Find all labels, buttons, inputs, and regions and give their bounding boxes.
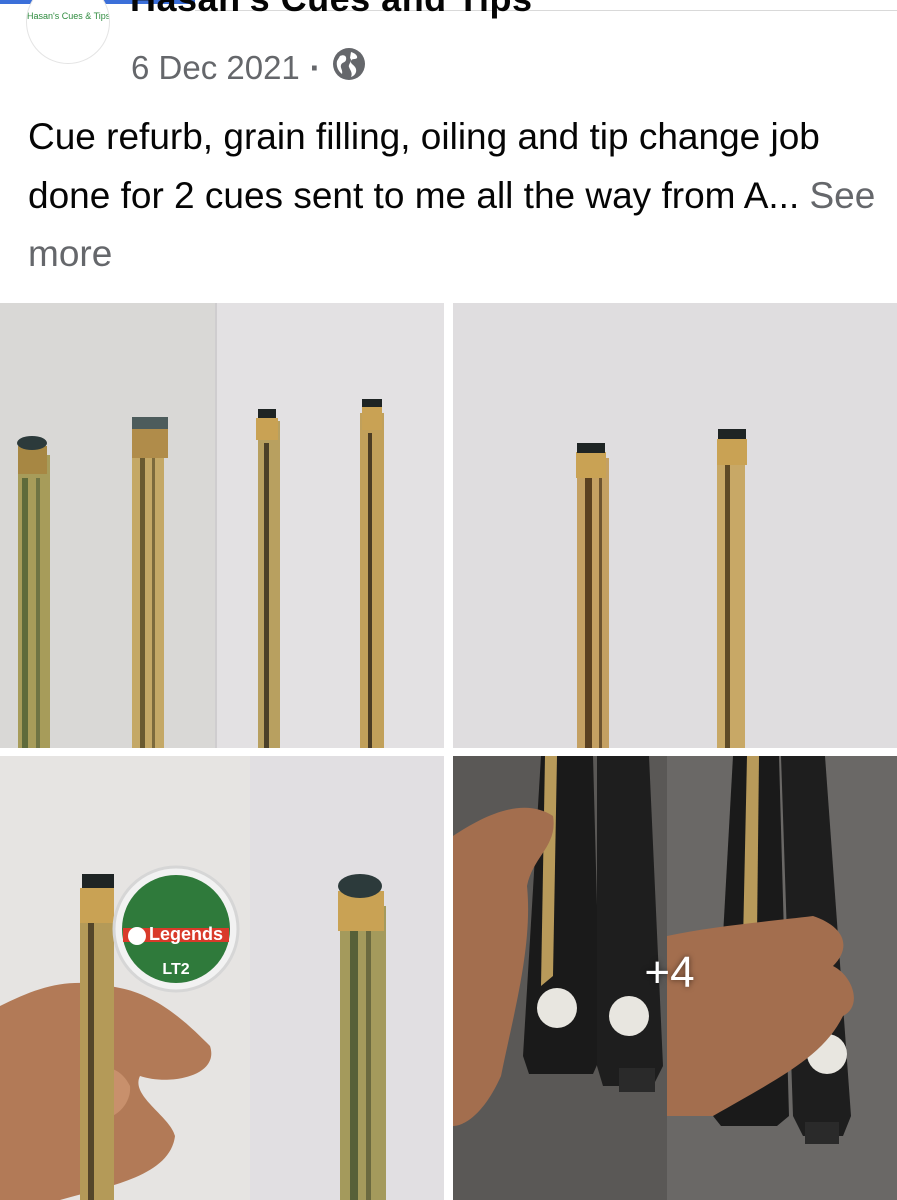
post-date[interactable]: 6 Dec 2021 xyxy=(131,49,300,87)
globe-icon[interactable] xyxy=(331,46,367,90)
more-photos-overlay[interactable]: +4 xyxy=(453,756,897,1200)
meta-separator: · xyxy=(309,49,321,86)
photo-tile-2[interactable] xyxy=(453,303,897,748)
cue-shafts-photo-2 xyxy=(453,303,897,748)
photo-tile-1[interactable] xyxy=(0,303,444,748)
cue-tip-chalk-photo: Legends LT2 xyxy=(0,756,444,1200)
cue-shafts-photo-1 xyxy=(0,303,444,748)
page-name-link[interactable]: Hasan's Cues and Tips xyxy=(130,0,533,20)
more-photos-count: +4 xyxy=(644,947,695,997)
post-meta: 6 Dec 2021 · xyxy=(131,48,367,88)
post-caption: Cue refurb, grain filling, oiling and ti… xyxy=(28,108,878,284)
avatar-text: Hasan's Cues & Tips xyxy=(27,11,110,21)
chalk-model-label: LT2 xyxy=(162,961,189,978)
caption-text: Cue refurb, grain filling, oiling and ti… xyxy=(28,116,820,216)
photo-tile-3[interactable]: Legends LT2 xyxy=(0,756,444,1200)
chalk-brand-label: Legends xyxy=(149,924,223,944)
page-avatar[interactable]: Hasan's Cues & Tips xyxy=(26,0,110,64)
